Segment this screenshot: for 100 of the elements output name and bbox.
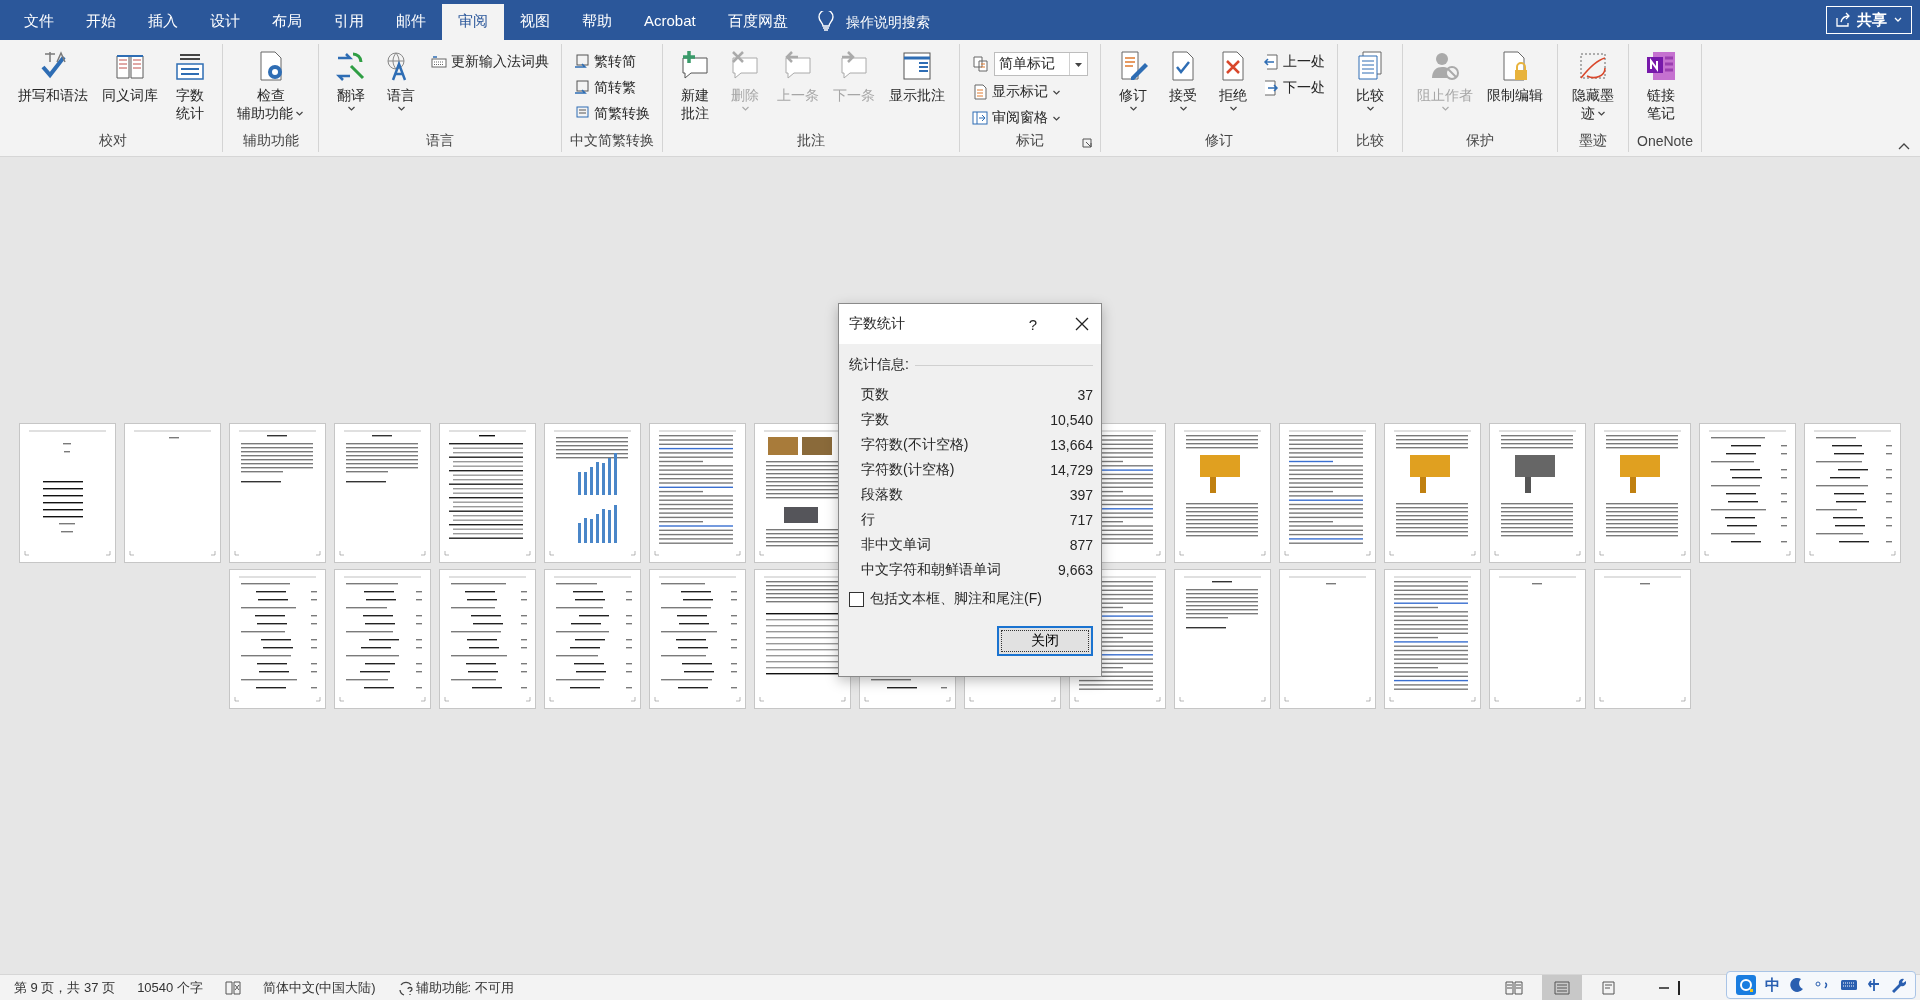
- close-icon[interactable]: [1075, 317, 1089, 331]
- page-thumbnail[interactable]: [439, 568, 536, 709]
- input-mode-toggle[interactable]: 中: [1764, 975, 1780, 995]
- ribbon-button[interactable]: 语言: [377, 48, 425, 130]
- page-thumbnail[interactable]: [19, 422, 116, 563]
- ribbon-button[interactable]: 字数 统计: [166, 48, 214, 130]
- ribbon-tab[interactable]: 审阅: [442, 4, 504, 40]
- accessibility-icon[interactable]: [397, 979, 414, 996]
- word-count[interactable]: 10540 个字: [137, 978, 203, 997]
- page-thumbnail[interactable]: [1384, 422, 1481, 563]
- tell-me-search[interactable]: 操作说明搜索: [845, 4, 930, 40]
- page-thumbnail[interactable]: [229, 422, 326, 563]
- page-thumbnail[interactable]: [1279, 568, 1376, 709]
- stat-value: 9,663: [1057, 561, 1093, 578]
- input-method-logo-icon[interactable]: [1735, 975, 1756, 995]
- page-thumbnail[interactable]: [1489, 568, 1586, 709]
- collapse-ribbon-icon[interactable]: [1898, 142, 1910, 150]
- keyboard-icon: [431, 54, 447, 70]
- page-thumbnail[interactable]: [439, 422, 536, 563]
- ribbon-tab[interactable]: 视图: [504, 4, 566, 40]
- ribbon-button[interactable]: 翻译: [327, 48, 375, 130]
- share-icon: [1835, 12, 1851, 28]
- share-button[interactable]: 共享: [1826, 6, 1912, 34]
- page-thumbnail[interactable]: [1279, 422, 1376, 563]
- stat-value: 14,729: [1050, 461, 1093, 478]
- close-button[interactable]: 关闭: [997, 626, 1093, 656]
- ribbon-tab[interactable]: 插入: [132, 4, 194, 40]
- page-thumbnail[interactable]: [1174, 422, 1271, 563]
- language-status[interactable]: 简体中文(中国大陆): [262, 978, 376, 997]
- page-thumbnail[interactable]: [1489, 422, 1586, 563]
- ribbon-tab[interactable]: 百度网盘: [711, 4, 804, 40]
- ribbon-button[interactable]: 新建 批注: [671, 48, 719, 130]
- stat-label: 非中文单词: [861, 535, 931, 554]
- ribbon-tab[interactable]: 帮助: [566, 4, 628, 40]
- page-thumbnail[interactable]: [1174, 568, 1271, 709]
- ribbon-tab[interactable]: 邮件: [380, 4, 442, 40]
- tools-icon[interactable]: [1867, 977, 1882, 993]
- ribbon-button[interactable]: 限制编辑: [1481, 48, 1549, 130]
- ribbon-button[interactable]: 比较: [1346, 48, 1394, 130]
- ribbon-button[interactable]: 同义词库: [96, 48, 164, 130]
- comment-delete-icon: [729, 50, 761, 82]
- ribbon-button[interactable]: 更新输入法词典: [427, 50, 553, 74]
- ribbon-button[interactable]: 审阅窗格: [968, 106, 1092, 130]
- ribbon-tab[interactable]: 引用: [318, 4, 380, 40]
- page-thumbnail[interactable]: [1699, 422, 1796, 563]
- help-button[interactable]: ?: [1028, 315, 1037, 333]
- stat-value: 37: [1077, 386, 1093, 403]
- ribbon-tab[interactable]: 设计: [194, 4, 256, 40]
- caret-icon: [1365, 104, 1375, 113]
- page-thumbnail[interactable]: [649, 422, 746, 563]
- page-thumbnail[interactable]: [229, 568, 326, 709]
- page-thumbnail[interactable]: [334, 568, 431, 709]
- wrench-icon[interactable]: [1890, 977, 1907, 993]
- proofing-icon[interactable]: [224, 980, 241, 995]
- ribbon-button[interactable]: 拼写和语法: [12, 48, 94, 130]
- page-thumbnail[interactable]: [1804, 422, 1901, 563]
- ribbon-button[interactable]: 简转繁: [570, 76, 654, 100]
- group-label: 批注: [797, 132, 825, 150]
- ribbon-button[interactable]: 下一处: [1259, 76, 1329, 100]
- ribbon-tab[interactable]: 开始: [70, 4, 132, 40]
- accessibility-status[interactable]: 辅助功能: 不可用: [415, 978, 514, 997]
- caret-icon: [1228, 104, 1238, 113]
- ribbon-tab[interactable]: 布局: [256, 4, 318, 40]
- convert-icon: [574, 54, 590, 70]
- ribbon-button[interactable]: 显示批注: [883, 48, 951, 130]
- page-thumbnail[interactable]: [544, 568, 641, 709]
- group-label: 校对: [99, 132, 127, 150]
- page-thumbnail[interactable]: [544, 422, 641, 563]
- checkbox[interactable]: [849, 591, 864, 607]
- page-thumbnail[interactable]: [1594, 422, 1691, 563]
- page-thumbnail[interactable]: [649, 568, 746, 709]
- page-thumbnail[interactable]: [1384, 568, 1481, 709]
- ribbon-button[interactable]: 简繁转换: [570, 102, 654, 126]
- ribbon-button[interactable]: 显示标记: [968, 80, 1092, 104]
- keyboard-icon[interactable]: [1839, 979, 1858, 991]
- ribbon-button[interactable]: 上一处: [1259, 50, 1329, 74]
- ribbon-button[interactable]: 链接 笔记: [1637, 48, 1685, 130]
- ribbon-button[interactable]: 拒绝: [1209, 48, 1257, 130]
- ribbon-tab[interactable]: 文件: [8, 4, 70, 40]
- page-thumbnail[interactable]: [124, 422, 221, 563]
- ribbon-tab[interactable]: Acrobat: [628, 4, 712, 40]
- page-thumbnail[interactable]: [1594, 568, 1691, 709]
- ribbon-button[interactable]: 接受: [1159, 48, 1207, 130]
- markup-dropdown[interactable]: 简单标记: [994, 52, 1088, 76]
- page-thumbnail[interactable]: [754, 568, 851, 709]
- stat-label: 行: [861, 510, 875, 529]
- dialog-launcher-icon[interactable]: [1082, 138, 1092, 148]
- ribbon-button[interactable]: 隐藏墨 迹: [1566, 48, 1620, 130]
- markup-icon: [972, 55, 990, 73]
- group-label: 保护: [1466, 132, 1494, 150]
- pane-icon: [972, 110, 988, 126]
- page-count[interactable]: 第 9 页，共 37 页: [14, 978, 116, 997]
- translate-icon: [335, 50, 367, 82]
- ribbon-button[interactable]: 检查 辅助功能: [231, 48, 310, 130]
- group-label: 中文简繁转换: [570, 132, 654, 150]
- stat-value: 10,540: [1050, 411, 1093, 428]
- dialog-title: 字数统计: [849, 315, 905, 333]
- ribbon-button[interactable]: 繁转简: [570, 50, 654, 74]
- page-thumbnail[interactable]: [334, 422, 431, 563]
- ribbon-button[interactable]: 修订: [1109, 48, 1157, 130]
